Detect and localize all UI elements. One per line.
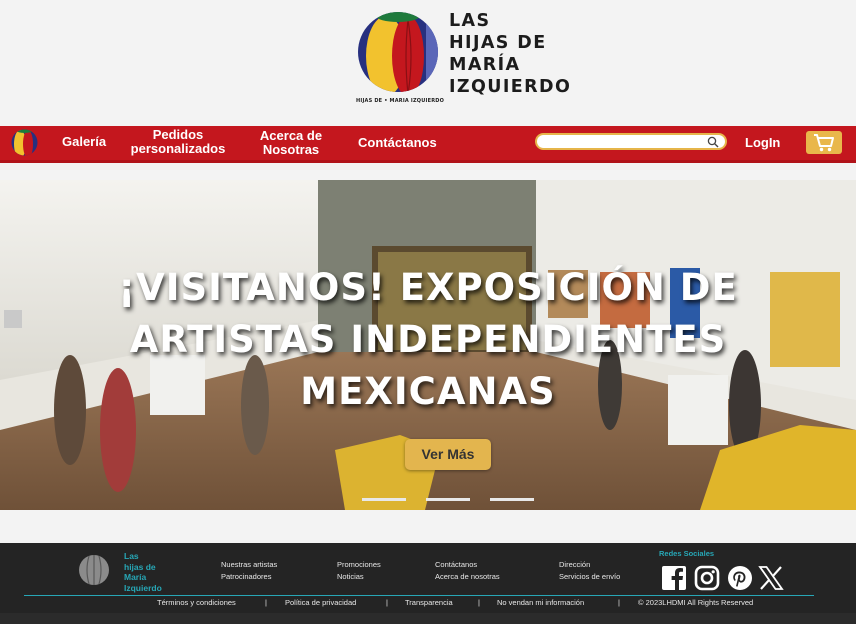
legal-separator: | <box>478 598 480 607</box>
nav-contact-label: Contáctanos <box>358 135 437 150</box>
logo-tagline: HIJAS DE • MARIA IZQUIERDO <box>356 98 445 104</box>
footer-brand-line: hijas de <box>124 561 156 572</box>
hero-title-line: ¡VISITANOS! EXPOSICIÓN DE <box>118 266 738 309</box>
nav-custom-orders-label: personalizados <box>130 141 226 156</box>
link-do-not-sell[interactable]: No vendan mi información <box>497 598 584 607</box>
nav-custom-orders-label: Pedidos <box>152 127 204 142</box>
brand-name-line: LAS <box>449 11 491 31</box>
x-icon[interactable] <box>758 565 784 591</box>
brand-logo-icon[interactable] <box>356 10 440 94</box>
footer-divider <box>24 595 814 596</box>
cart-icon <box>814 134 834 152</box>
hero-banner: ¡VISITANOS! EXPOSICIÓN DE ARTISTAS INDEP… <box>0 180 856 510</box>
search-icon[interactable] <box>707 136 719 148</box>
facebook-icon[interactable] <box>661 565 687 591</box>
see-more-button[interactable]: Ver Más <box>405 439 491 470</box>
link-transparency[interactable]: Transparencia <box>405 598 453 607</box>
nav-about-us[interactable]: Acerca de Nosotras <box>250 129 332 157</box>
hero-title-line: MEXICANAS <box>300 370 556 413</box>
legal-separator: | <box>618 598 620 607</box>
carousel-dot-3[interactable] <box>490 498 534 501</box>
social-title: Redes Sociales <box>659 549 715 558</box>
nav-custom-orders[interactable]: Pedidos personalizados <box>128 128 228 156</box>
nav-contact[interactable]: Contáctanos <box>358 136 437 150</box>
cart-button[interactable] <box>806 131 842 154</box>
footer-link-promotions[interactable]: Promociones <box>337 559 381 571</box>
footer-brand-line: Las <box>124 551 139 561</box>
footer-link-about-us[interactable]: Acerca de nosotras <box>435 571 500 583</box>
brand-name-line: IZQUIERDO <box>449 77 572 97</box>
bottom-strip <box>0 613 856 624</box>
footer-brand: Las hijas de María Izquierdo <box>124 551 162 593</box>
footer-link-sponsors[interactable]: Patrocinadores <box>221 571 277 583</box>
brand-name-line: MARÍA <box>449 55 521 75</box>
footer-column: Nuestras artistas Patrocinadores <box>221 559 277 583</box>
footer-brand-line: Izquierdo <box>124 582 162 593</box>
nav-about-us-label: Acerca de <box>259 128 323 143</box>
hero-title: ¡VISITANOS! EXPOSICIÓN DE ARTISTAS INDEP… <box>60 262 796 418</box>
carousel-dot-2[interactable] <box>426 498 470 501</box>
hero-title-line: ARTISTAS INDEPENDIENTES <box>129 318 727 361</box>
legal-separator: | <box>386 598 388 607</box>
footer-link-our-artists[interactable]: Nuestras artistas <box>221 559 277 571</box>
carousel-dot-1[interactable] <box>362 498 406 501</box>
nav-gallery-label: Galería <box>62 134 107 149</box>
brand-name-line: HIJAS DE <box>449 33 547 53</box>
link-terms[interactable]: Términos y condiciones <box>157 598 236 607</box>
footer-column: Dirección Servicios de envío <box>559 559 620 583</box>
main-nav: Galería Pedidos personalizados Acerca de… <box>0 126 856 163</box>
site-header: HIJAS DE • MARIA IZQUIERDO LAS HIJAS DE … <box>0 0 856 126</box>
search-input[interactable] <box>535 133 727 150</box>
pinterest-icon[interactable] <box>727 565 753 591</box>
instagram-icon[interactable] <box>694 565 720 591</box>
brand-name: LAS HIJAS DE MARÍA IZQUIERDO <box>449 10 589 98</box>
site-footer: Las hijas de María Izquierdo Nuestras ar… <box>0 543 856 613</box>
footer-brand-line: María <box>124 572 147 582</box>
link-privacy[interactable]: Política de privacidad <box>285 598 356 607</box>
nav-home-logo-icon[interactable] <box>10 128 39 157</box>
footer-column: Contáctanos Acerca de nosotras <box>435 559 500 583</box>
nav-about-us-label: Nosotras <box>262 142 320 157</box>
login-button[interactable]: LogIn <box>745 135 780 150</box>
copyright: © 2023LHDMI All Rights Reserved <box>638 598 754 607</box>
footer-link-address[interactable]: Dirección <box>559 559 620 571</box>
footer-link-shipping[interactable]: Servicios de envío <box>559 571 620 583</box>
footer-link-contact[interactable]: Contáctanos <box>435 559 500 571</box>
footer-column: Promociones Noticias <box>337 559 381 583</box>
footer-link-news[interactable]: Noticias <box>337 571 381 583</box>
footer-logo-icon[interactable] <box>78 554 110 586</box>
nav-gallery[interactable]: Galería <box>62 135 106 149</box>
legal-separator: | <box>265 598 267 607</box>
